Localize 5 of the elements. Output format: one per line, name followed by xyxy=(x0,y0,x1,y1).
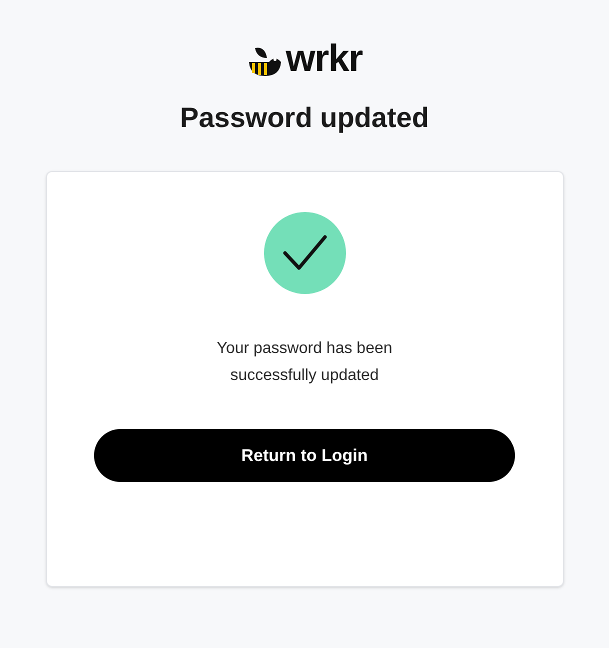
logo-text: wrkr xyxy=(286,40,362,78)
checkmark-icon xyxy=(262,211,346,295)
page-title: Password updated xyxy=(180,104,429,132)
success-message: Your password has been successfully updated xyxy=(216,339,394,386)
return-to-login-button[interactable]: Return to Login xyxy=(94,429,515,482)
